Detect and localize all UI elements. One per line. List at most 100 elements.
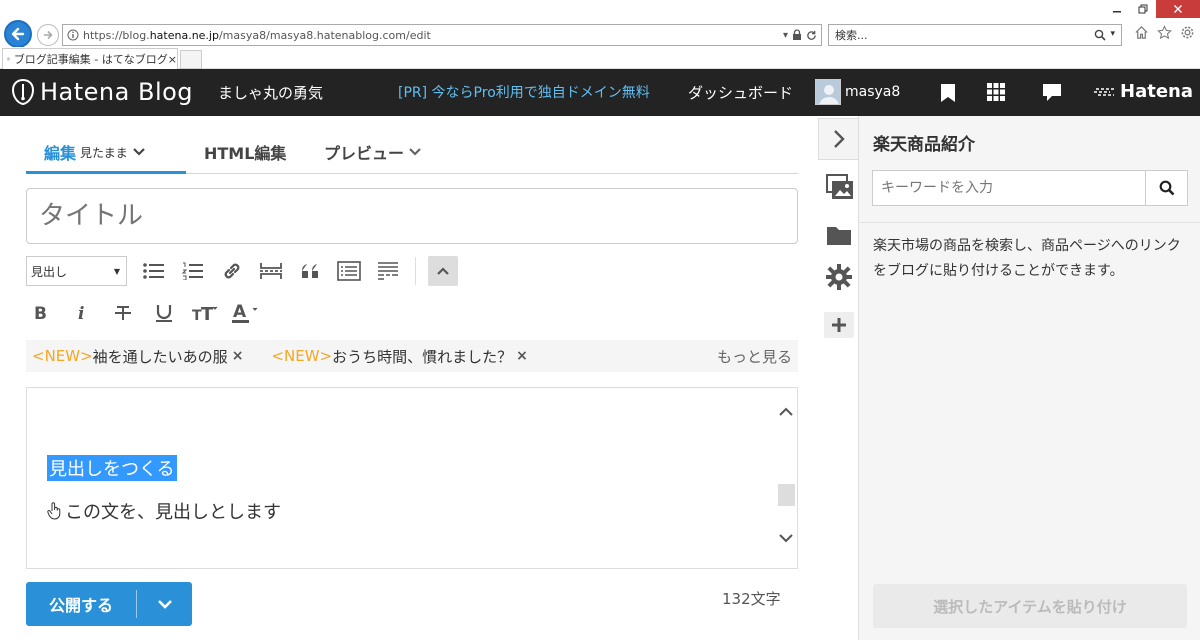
- keyword-input[interactable]: [873, 171, 1145, 205]
- hatena-favicon-icon: [7, 57, 10, 61]
- formatting-toolbar: 見出し ▼: [26, 256, 458, 286]
- plus-icon[interactable]: [824, 312, 854, 338]
- news-text: 袖を通したいあの服: [92, 347, 228, 366]
- svg-text:A: A: [233, 302, 247, 322]
- underline-button[interactable]: [149, 298, 179, 328]
- app-grid-icon[interactable]: [987, 83, 1005, 101]
- close-icon[interactable]: ×: [516, 348, 528, 364]
- image-icon[interactable]: [826, 174, 854, 200]
- bullet-list-button[interactable]: [139, 256, 169, 286]
- search-icon[interactable]: [1094, 29, 1107, 41]
- tab-preview-label: プレビュー: [324, 144, 405, 163]
- publish-button[interactable]: 公開する: [26, 592, 136, 616]
- body-paragraph[interactable]: この文を、見出しとします: [47, 498, 281, 524]
- scrollbar-thumb[interactable]: [778, 484, 795, 506]
- home-icon[interactable]: [1134, 25, 1149, 40]
- toolbar-divider: [415, 257, 416, 285]
- sidebar-tool-icons: [810, 116, 858, 640]
- blog-name-link[interactable]: ましゃ丸の勇気: [218, 82, 323, 103]
- underline-icon: [156, 305, 172, 322]
- back-button[interactable]: [4, 20, 32, 48]
- default-avatar-icon: [816, 80, 840, 104]
- scroll-up-icon[interactable]: [778, 406, 794, 418]
- browser-search-box[interactable]: 検索... ▾: [828, 24, 1122, 46]
- new-tag: <NEW>: [32, 347, 93, 365]
- folder-icon[interactable]: [826, 224, 852, 246]
- font-size-button[interactable]: TT: [190, 298, 220, 328]
- hatena-blog-logo[interactable]: Hatena Blog: [12, 78, 193, 106]
- chevron-down-icon[interactable]: [408, 147, 422, 157]
- tab-edit[interactable]: 編集 見たまま: [44, 140, 146, 164]
- minimize-button[interactable]: [1104, 0, 1130, 18]
- read-more-button[interactable]: [256, 256, 286, 286]
- tab-preview[interactable]: プレビュー: [324, 140, 422, 164]
- insert-more-button[interactable]: [373, 256, 403, 286]
- page-break-icon: [260, 263, 282, 279]
- news-item[interactable]: <NEW> おうち時間、慣れました？ ×: [271, 346, 527, 367]
- new-tag: <NEW>: [271, 347, 333, 365]
- favorites-star-icon[interactable]: [1157, 25, 1172, 40]
- address-bar[interactable]: https://blog.hatena.ne.jp/masya8/masya8.…: [62, 24, 822, 46]
- close-window-button[interactable]: [1156, 0, 1200, 18]
- italic-icon: i: [78, 304, 84, 322]
- keyword-search-button[interactable]: [1145, 171, 1187, 205]
- user-menu[interactable]: masya8: [815, 79, 900, 105]
- scroll-down-icon[interactable]: [778, 532, 794, 544]
- collapse-toolbar-button[interactable]: [428, 256, 458, 286]
- hatena-brand-link[interactable]: Hatena: [1094, 81, 1193, 102]
- svg-text:i: i: [78, 304, 84, 322]
- content-scrollbar[interactable]: [775, 388, 797, 568]
- table-of-contents-button[interactable]: [334, 256, 364, 286]
- quote-icon: [302, 264, 318, 278]
- more-news-link[interactable]: もっと見る: [717, 346, 792, 367]
- news-item[interactable]: <NEW> 袖を通したいあの服 ×: [32, 346, 243, 367]
- text-style-toolbar: B i TT A: [26, 298, 272, 328]
- bold-button[interactable]: B: [26, 298, 56, 328]
- chevron-up-icon: [437, 267, 449, 275]
- heading-select[interactable]: 見出し ▼: [26, 256, 127, 286]
- editor-mode-tabs: 編集 見たまま HTML編集 プレビュー: [26, 130, 798, 174]
- text-color-button[interactable]: A: [231, 298, 261, 328]
- close-panel-button[interactable]: [818, 118, 858, 160]
- panel-description: 楽天市場の商品を検索し、商品ページへのリンクをブログに貼り付けることができます。: [873, 238, 1181, 279]
- search-dropdown-icon[interactable]: ▾: [1110, 29, 1115, 41]
- bookmark-icon[interactable]: [940, 83, 956, 103]
- tab-html-edit[interactable]: HTML編集: [204, 140, 286, 164]
- numbered-list-button[interactable]: [178, 256, 208, 286]
- paste-selected-button[interactable]: 選択したアイテムを貼り付け: [873, 584, 1187, 628]
- refresh-icon[interactable]: [806, 30, 817, 41]
- title-input[interactable]: [26, 188, 798, 244]
- hatena-brand-text: Hatena: [1120, 81, 1193, 102]
- username: masya8: [845, 84, 901, 100]
- minimize-icon: [1113, 11, 1121, 13]
- notification-bubble-icon[interactable]: [1042, 83, 1062, 102]
- strikethrough-button[interactable]: [108, 298, 138, 328]
- italic-button[interactable]: i: [67, 298, 97, 328]
- close-icon[interactable]: ×: [232, 348, 244, 364]
- article-body-editor[interactable]: 見出しをつくる この文を、見出しとします: [26, 387, 798, 569]
- promo-link[interactable]: [PR] 今ならPro利用で独自ドメイン無料: [398, 82, 650, 102]
- browser-tab[interactable]: ブログ記事編集 - はてなブログ ×: [2, 48, 178, 69]
- active-tab-indicator: [26, 171, 186, 174]
- chevron-down-icon[interactable]: [132, 147, 146, 157]
- forward-button[interactable]: [37, 24, 59, 46]
- body-text: この文を、見出しとします: [65, 502, 281, 523]
- insert-link-button[interactable]: [217, 256, 247, 286]
- tab-close-icon[interactable]: ×: [168, 53, 177, 66]
- dashboard-link[interactable]: ダッシュボード: [688, 82, 793, 103]
- avatar: [815, 79, 841, 105]
- restore-button[interactable]: [1130, 0, 1156, 18]
- publish-options-button[interactable]: [137, 599, 192, 609]
- tab-edit-label: 編集: [44, 144, 77, 163]
- new-tab-button[interactable]: [180, 50, 202, 69]
- strikethrough-icon: [115, 306, 131, 320]
- panel-title: 楽天商品紹介: [873, 135, 975, 155]
- close-icon: [1174, 5, 1182, 13]
- settings-gear-icon[interactable]: [1180, 25, 1195, 40]
- quote-button[interactable]: [295, 256, 325, 286]
- selected-heading-text[interactable]: 見出しをつくる: [47, 455, 177, 481]
- panel-divider: [859, 222, 1200, 223]
- gear-icon[interactable]: [826, 264, 852, 290]
- dropdown-icon[interactable]: ▾: [783, 30, 788, 41]
- heading-select-value: 見出し: [31, 264, 68, 279]
